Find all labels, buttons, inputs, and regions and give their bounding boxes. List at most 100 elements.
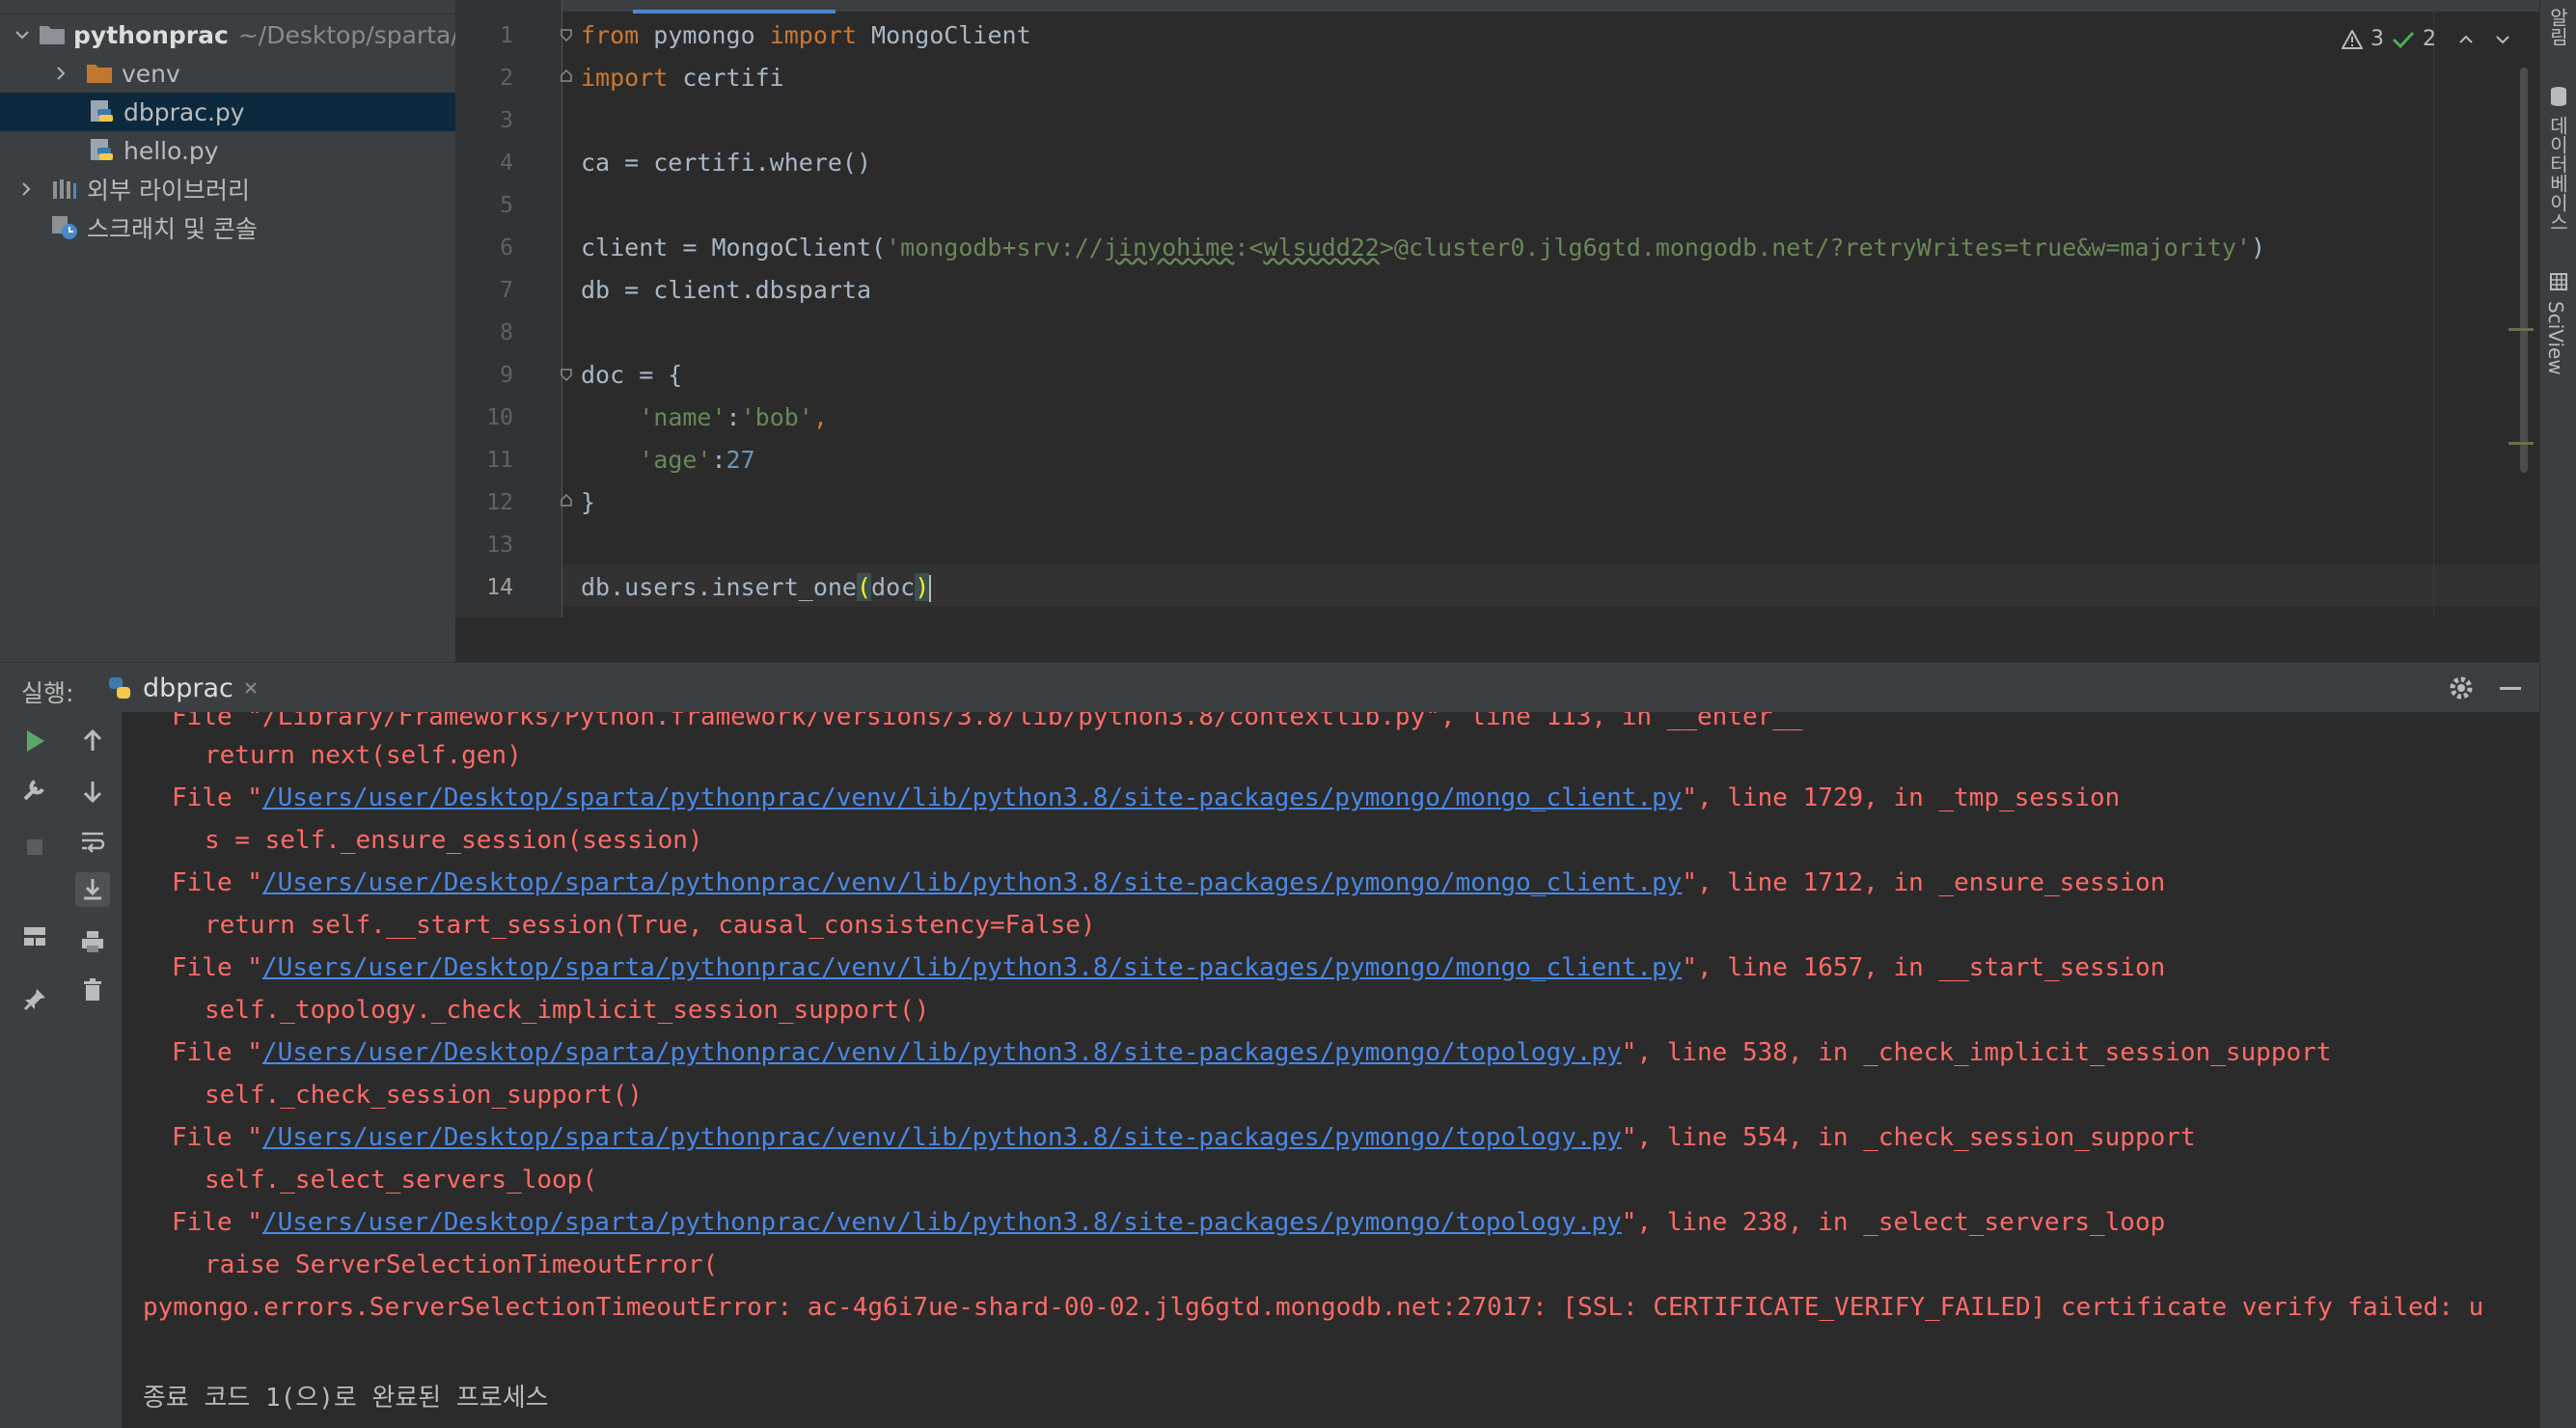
console-line: File "/Users/user/Desktop/sparta/pythonp… <box>172 953 2165 982</box>
console-line: self._topology._check_implicit_session_s… <box>205 996 930 1025</box>
stop-button[interactable] <box>17 830 52 865</box>
line-number: 7 <box>500 278 513 303</box>
file-link[interactable]: /Users/user/Desktop/sparta/pythonprac/ve… <box>262 1038 1622 1067</box>
database-tab[interactable]: 데이터베이스 <box>2544 116 2572 232</box>
tree-item-venv[interactable]: venv <box>0 54 455 93</box>
console-line: return self.__start_session(True, causal… <box>205 911 1096 940</box>
line-number: 4 <box>500 151 513 176</box>
run-tab-label: dbprac <box>143 673 233 703</box>
line-number: 8 <box>500 320 513 345</box>
soft-wrap-button[interactable] <box>75 824 110 859</box>
print-icon <box>82 931 103 952</box>
folder-icon <box>39 21 66 48</box>
rerun-button[interactable] <box>17 724 52 758</box>
play-icon <box>27 730 44 752</box>
error-stripe-mark[interactable] <box>2508 442 2534 445</box>
file-link[interactable]: /Users/user/Desktop/sparta/pythonprac/ve… <box>262 783 1682 812</box>
right-margin-guide <box>2433 0 2434 618</box>
close-icon[interactable] <box>243 680 259 696</box>
up-stack-button[interactable] <box>75 724 110 758</box>
fold-icon[interactable] <box>560 69 573 83</box>
run-console[interactable]: File "/Library/Frameworks/Python.framewo… <box>122 712 2539 1428</box>
code-line: 'age':27 <box>639 446 755 474</box>
project-tree-panel: pythonprac ~/Desktop/sparta/p venv dbpra… <box>0 0 475 662</box>
scratches-icon <box>50 214 79 241</box>
trash-icon <box>84 978 101 1001</box>
code-editor[interactable]: 1 2 3 4 5 6 7 8 9 10 11 12 13 14 from py… <box>455 0 2539 618</box>
down-stack-button[interactable] <box>75 774 110 809</box>
chevron-right-icon[interactable] <box>14 177 39 202</box>
notifications-tab[interactable]: 알림 <box>2544 8 2572 46</box>
python-file-icon <box>87 137 116 164</box>
code-line: db = client.dbsparta <box>581 276 872 304</box>
scroll-to-end-button[interactable] <box>75 872 110 907</box>
library-icon <box>50 176 79 203</box>
chevron-right-icon[interactable] <box>48 61 73 86</box>
tree-item-scratches[interactable]: 스크래치 및 콘솔 <box>0 208 455 247</box>
line-number: 6 <box>500 235 513 261</box>
tree-item-label: 스크래치 및 콘솔 <box>87 215 258 243</box>
code-line: ca = certifi.where() <box>581 149 872 177</box>
line-number: 5 <box>500 193 513 218</box>
editor-scrollbar[interactable] <box>2520 68 2528 473</box>
line-number: 9 <box>500 363 513 388</box>
file-link[interactable]: /Users/user/Desktop/sparta/pythonprac/ve… <box>262 1123 1622 1152</box>
sciview-tab[interactable]: SciView <box>2544 301 2567 375</box>
console-text: ", line 1657, in __start_session <box>1682 953 2166 982</box>
fold-icon[interactable] <box>560 368 573 381</box>
line-number: 13 <box>486 533 513 558</box>
text-caret <box>929 575 932 602</box>
fold-icon[interactable] <box>560 494 573 508</box>
run-panel-header: 실행: dbprac <box>0 662 2539 714</box>
console-line: return next(self.gen) <box>205 741 522 770</box>
run-tab[interactable]: dbprac <box>106 669 259 707</box>
code-line: client = MongoClient('mongodb+srv://jiny… <box>581 233 2265 261</box>
folder-icon <box>85 60 114 87</box>
toolbar-strip <box>0 0 455 14</box>
edit-configuration-button[interactable] <box>17 772 52 807</box>
chevron-down-icon[interactable] <box>2494 31 2511 48</box>
python-file-icon <box>87 98 116 125</box>
console-line: File "/Users/user/Desktop/sparta/pythonp… <box>172 868 2165 897</box>
console-line: File "/Users/user/Desktop/sparta/pythonp… <box>172 1123 2196 1152</box>
tree-item-external-libraries[interactable]: 외부 라이브러리 <box>0 170 455 208</box>
active-tab-indicator <box>633 10 836 14</box>
console-line: File "/Users/user/Desktop/sparta/pythonp… <box>172 1208 2165 1237</box>
console-line: self._check_session_support() <box>205 1081 643 1110</box>
fold-icon[interactable] <box>560 28 573 41</box>
tree-item-dbprac[interactable]: dbprac.py <box>0 93 455 131</box>
tree-item-root[interactable]: pythonprac ~/Desktop/sparta/p <box>0 15 475 54</box>
file-link[interactable]: /Users/user/Desktop/sparta/pythonprac/ve… <box>262 953 1682 982</box>
code-line-current: db.users.insert_one(doc) <box>581 573 932 602</box>
chevron-up-icon[interactable] <box>2457 31 2475 48</box>
pin-tab-button[interactable] <box>17 982 52 1017</box>
arrow-up-icon <box>83 728 102 751</box>
inspection-widget[interactable]: 3 2 <box>2342 27 2511 51</box>
file-link[interactable]: /Users/user/Desktop/sparta/pythonprac/ve… <box>262 1208 1622 1237</box>
console-line: self._select_servers_loop( <box>205 1166 597 1195</box>
layout-button[interactable] <box>17 919 52 953</box>
error-stripe-mark[interactable] <box>2508 328 2534 331</box>
python-icon <box>109 677 130 699</box>
code-line: 'name':'bob', <box>639 403 828 431</box>
line-number: 1 <box>500 23 513 48</box>
console-line: File "/Users/user/Desktop/sparta/pythonp… <box>172 1038 2331 1067</box>
print-button[interactable] <box>75 924 110 959</box>
code-line: } <box>581 488 596 516</box>
run-toolbar-primary <box>0 712 65 1428</box>
clear-all-button[interactable] <box>75 973 110 1007</box>
minimize-icon[interactable] <box>2497 674 2524 701</box>
line-number: 12 <box>486 490 513 515</box>
tree-item-label: dbprac.py <box>123 97 245 126</box>
tree-item-label: hello.py <box>123 136 219 165</box>
gear-icon[interactable] <box>2447 673 2476 702</box>
database-icon <box>2551 87 2566 106</box>
chevron-down-icon[interactable] <box>14 22 31 47</box>
code-line: from pymongo import MongoClient <box>581 21 1031 49</box>
file-link[interactable]: /Users/user/Desktop/sparta/pythonprac/ve… <box>262 868 1682 897</box>
tree-item-hello[interactable]: hello.py <box>0 131 455 170</box>
check-icon <box>2392 31 2415 48</box>
check-count: 2 <box>2423 27 2436 51</box>
console-text: File " <box>172 953 262 982</box>
right-tool-strip: 알림 데이터베이스 SciView <box>2539 0 2576 1428</box>
